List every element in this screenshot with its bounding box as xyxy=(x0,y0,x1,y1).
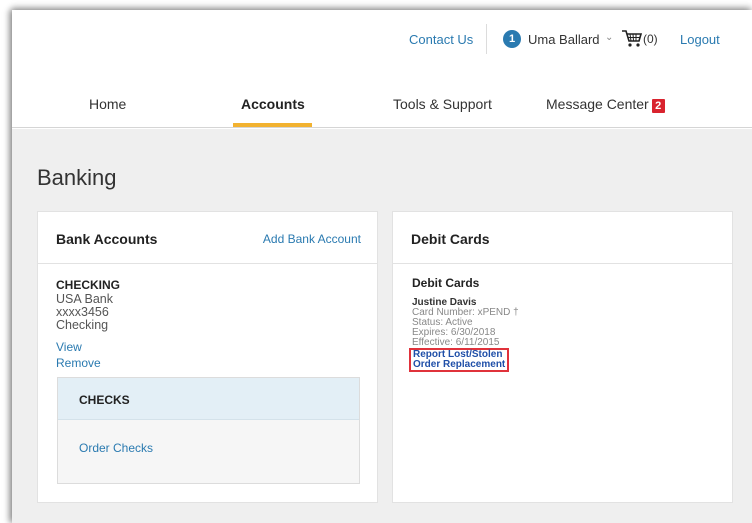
user-menu[interactable]: Uma Ballard xyxy=(528,32,600,47)
checks-title: CHECKS xyxy=(79,393,130,407)
message-count-badge: 2 xyxy=(651,99,665,113)
utility-bar: Contact Us 1 Uma Ballard ⌄ (0) Logout xyxy=(12,10,752,68)
debit-cards-panel: Debit Cards Debit Cards Justine Davis Ca… xyxy=(392,211,733,503)
debit-cards-header: Debit Cards xyxy=(393,212,732,264)
nav-tools-support[interactable]: Tools & Support xyxy=(393,96,492,112)
nav-home[interactable]: Home xyxy=(89,96,126,112)
card-effective: Effective: 6/11/2015 xyxy=(412,337,500,348)
nav-message-center[interactable]: Message Center 2 xyxy=(546,96,665,113)
bank-accounts-header: Bank Accounts Add Bank Account xyxy=(38,212,377,264)
debit-card-details: Debit Cards Justine Davis Card Number: x… xyxy=(409,276,519,372)
order-checks-link[interactable]: Order Checks xyxy=(79,441,153,455)
highlight-box: Report Lost/Stolen Order Replacement xyxy=(409,348,510,372)
contact-us-link[interactable]: Contact Us xyxy=(409,32,473,47)
cart-count[interactable]: (0) xyxy=(643,32,658,46)
page-title: Banking xyxy=(37,165,117,190)
debit-cards-section-title: Debit Cards xyxy=(412,276,480,290)
main-nav: Home Accounts Tools & Support Message Ce… xyxy=(12,68,752,128)
checks-header: CHECKS xyxy=(58,378,359,420)
account-type: CHECKING xyxy=(56,278,121,292)
cart-icon[interactable] xyxy=(621,28,643,48)
user-icon[interactable]: 1 xyxy=(503,30,521,48)
add-bank-account-link[interactable]: Add Bank Account xyxy=(263,232,361,246)
bank-accounts-title: Bank Accounts xyxy=(56,231,158,247)
nav-accounts[interactable]: Accounts xyxy=(241,96,305,112)
order-replacement-link[interactable]: Order Replacement xyxy=(413,360,505,370)
account-kind: Checking xyxy=(56,318,109,332)
main-content: Banking Bank Accounts Add Bank Account C… xyxy=(12,129,752,523)
checking-account: CHECKING USA Bank xxxx3456 Checking View… xyxy=(56,278,120,371)
checks-box: CHECKS Order Checks xyxy=(57,377,360,484)
chevron-down-icon[interactable]: ⌄ xyxy=(605,32,613,43)
nav-message-center-label: Message Center xyxy=(546,96,649,112)
active-tab-indicator xyxy=(233,123,312,127)
bank-accounts-panel: Bank Accounts Add Bank Account CHECKING … xyxy=(37,211,378,503)
view-account-link[interactable]: View xyxy=(56,339,120,355)
browser-window: Contact Us 1 Uma Ballard ⌄ (0) Logout Ho… xyxy=(12,10,752,523)
remove-account-link[interactable]: Remove xyxy=(56,355,120,371)
divider xyxy=(486,24,487,54)
debit-cards-title: Debit Cards xyxy=(411,231,490,247)
logout-link[interactable]: Logout xyxy=(680,32,720,47)
